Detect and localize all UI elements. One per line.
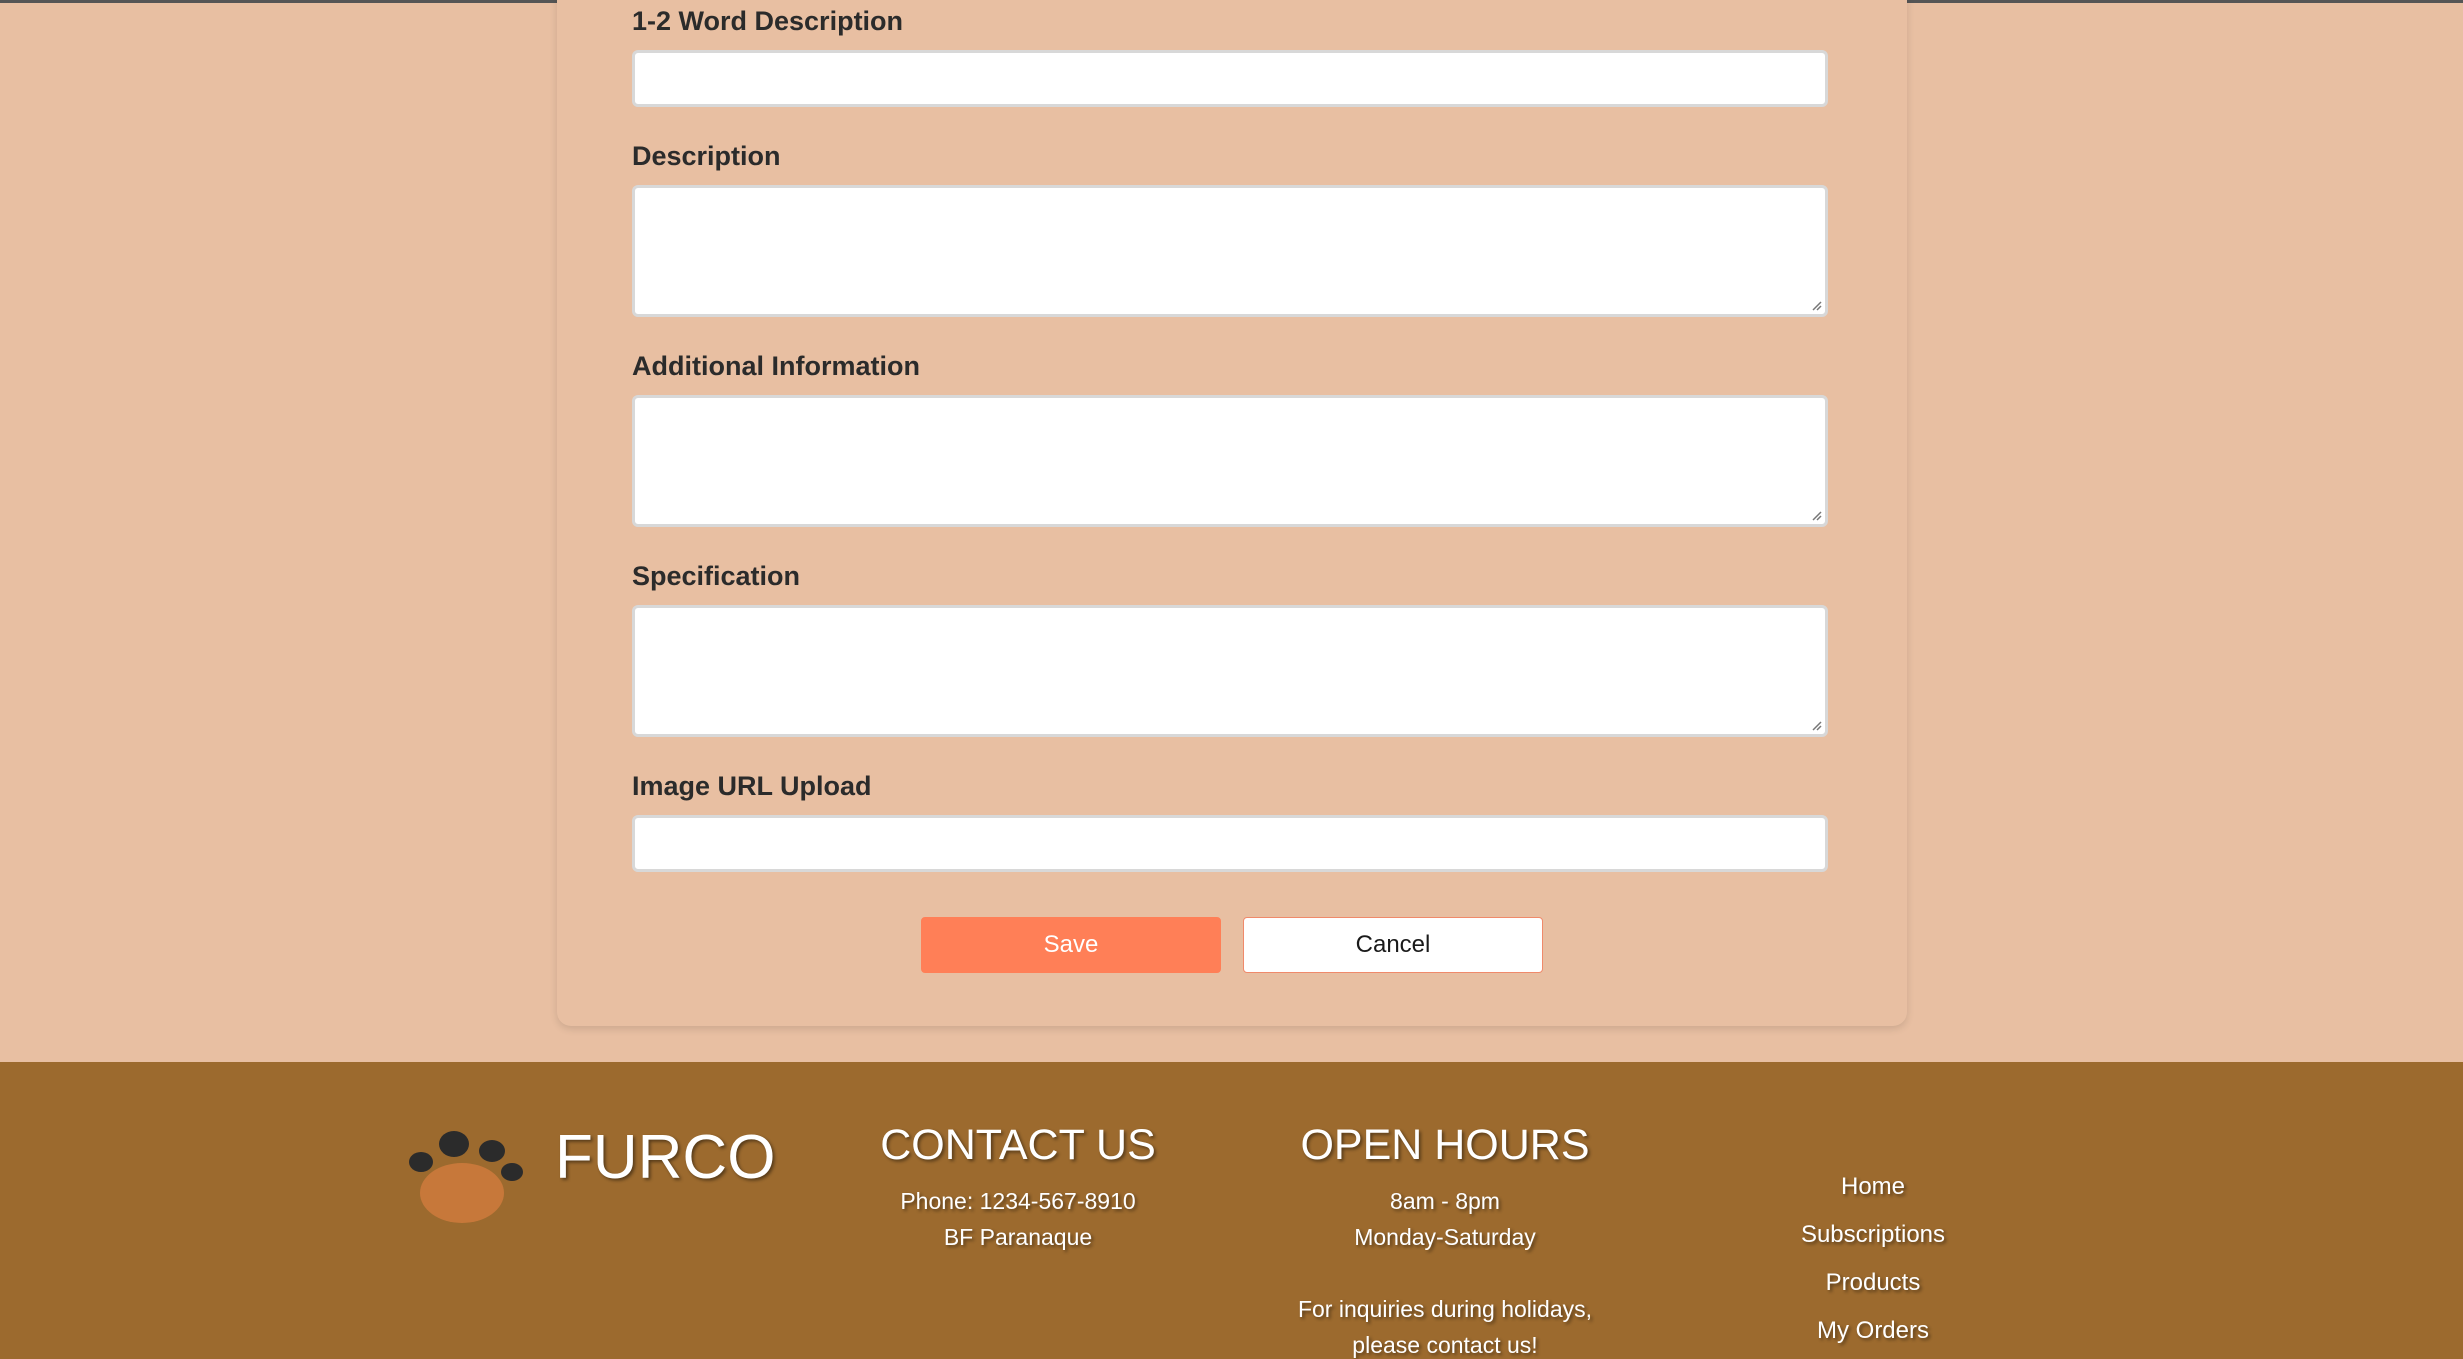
paw-icon — [409, 1131, 523, 1223]
hours-time: 8am - 8pm — [1390, 1188, 1500, 1214]
hours-days: Monday-Saturday — [1354, 1224, 1536, 1250]
specification-label: Specification — [632, 561, 801, 591]
hours-heading: OPEN HOURS — [1300, 1121, 1590, 1169]
footer-nav-subscriptions[interactable]: Subscriptions — [1773, 1221, 1973, 1249]
resize-grip-icon[interactable] — [1810, 299, 1822, 311]
footer-nav-products[interactable]: Products — [1773, 1269, 1973, 1297]
hours-note-line2: please contact us! — [1352, 1332, 1538, 1358]
additional-information-textarea[interactable] — [632, 395, 1828, 527]
description-textarea[interactable] — [632, 185, 1828, 317]
footer-nav-my-orders[interactable]: My Orders — [1773, 1317, 1973, 1345]
footer-nav-home[interactable]: Home — [1773, 1173, 1973, 1201]
resize-grip-icon[interactable] — [1810, 509, 1822, 521]
additional-information-label: Additional Information — [632, 351, 920, 381]
short-description-label: 1-2 Word Description — [632, 6, 904, 36]
brand-name: FURCO — [555, 1123, 776, 1192]
image-url-label: Image URL Upload — [632, 771, 872, 801]
short-description-input[interactable] — [632, 50, 1828, 107]
description-label: Description — [632, 141, 781, 171]
specification-textarea[interactable] — [632, 605, 1828, 737]
hours-note-line1: For inquiries during holidays, — [1297, 1296, 1593, 1322]
cancel-button[interactable]: Cancel — [1243, 917, 1543, 973]
contact-heading: CONTACT US — [880, 1121, 1156, 1169]
site-footer — [0, 1062, 2463, 1359]
save-button[interactable]: Save — [921, 917, 1221, 973]
resize-grip-icon[interactable] — [1810, 719, 1822, 731]
image-url-input[interactable] — [632, 815, 1828, 872]
contact-phone: Phone: 1234-567-8910 — [900, 1188, 1136, 1214]
contact-address: BF Paranaque — [943, 1224, 1093, 1250]
